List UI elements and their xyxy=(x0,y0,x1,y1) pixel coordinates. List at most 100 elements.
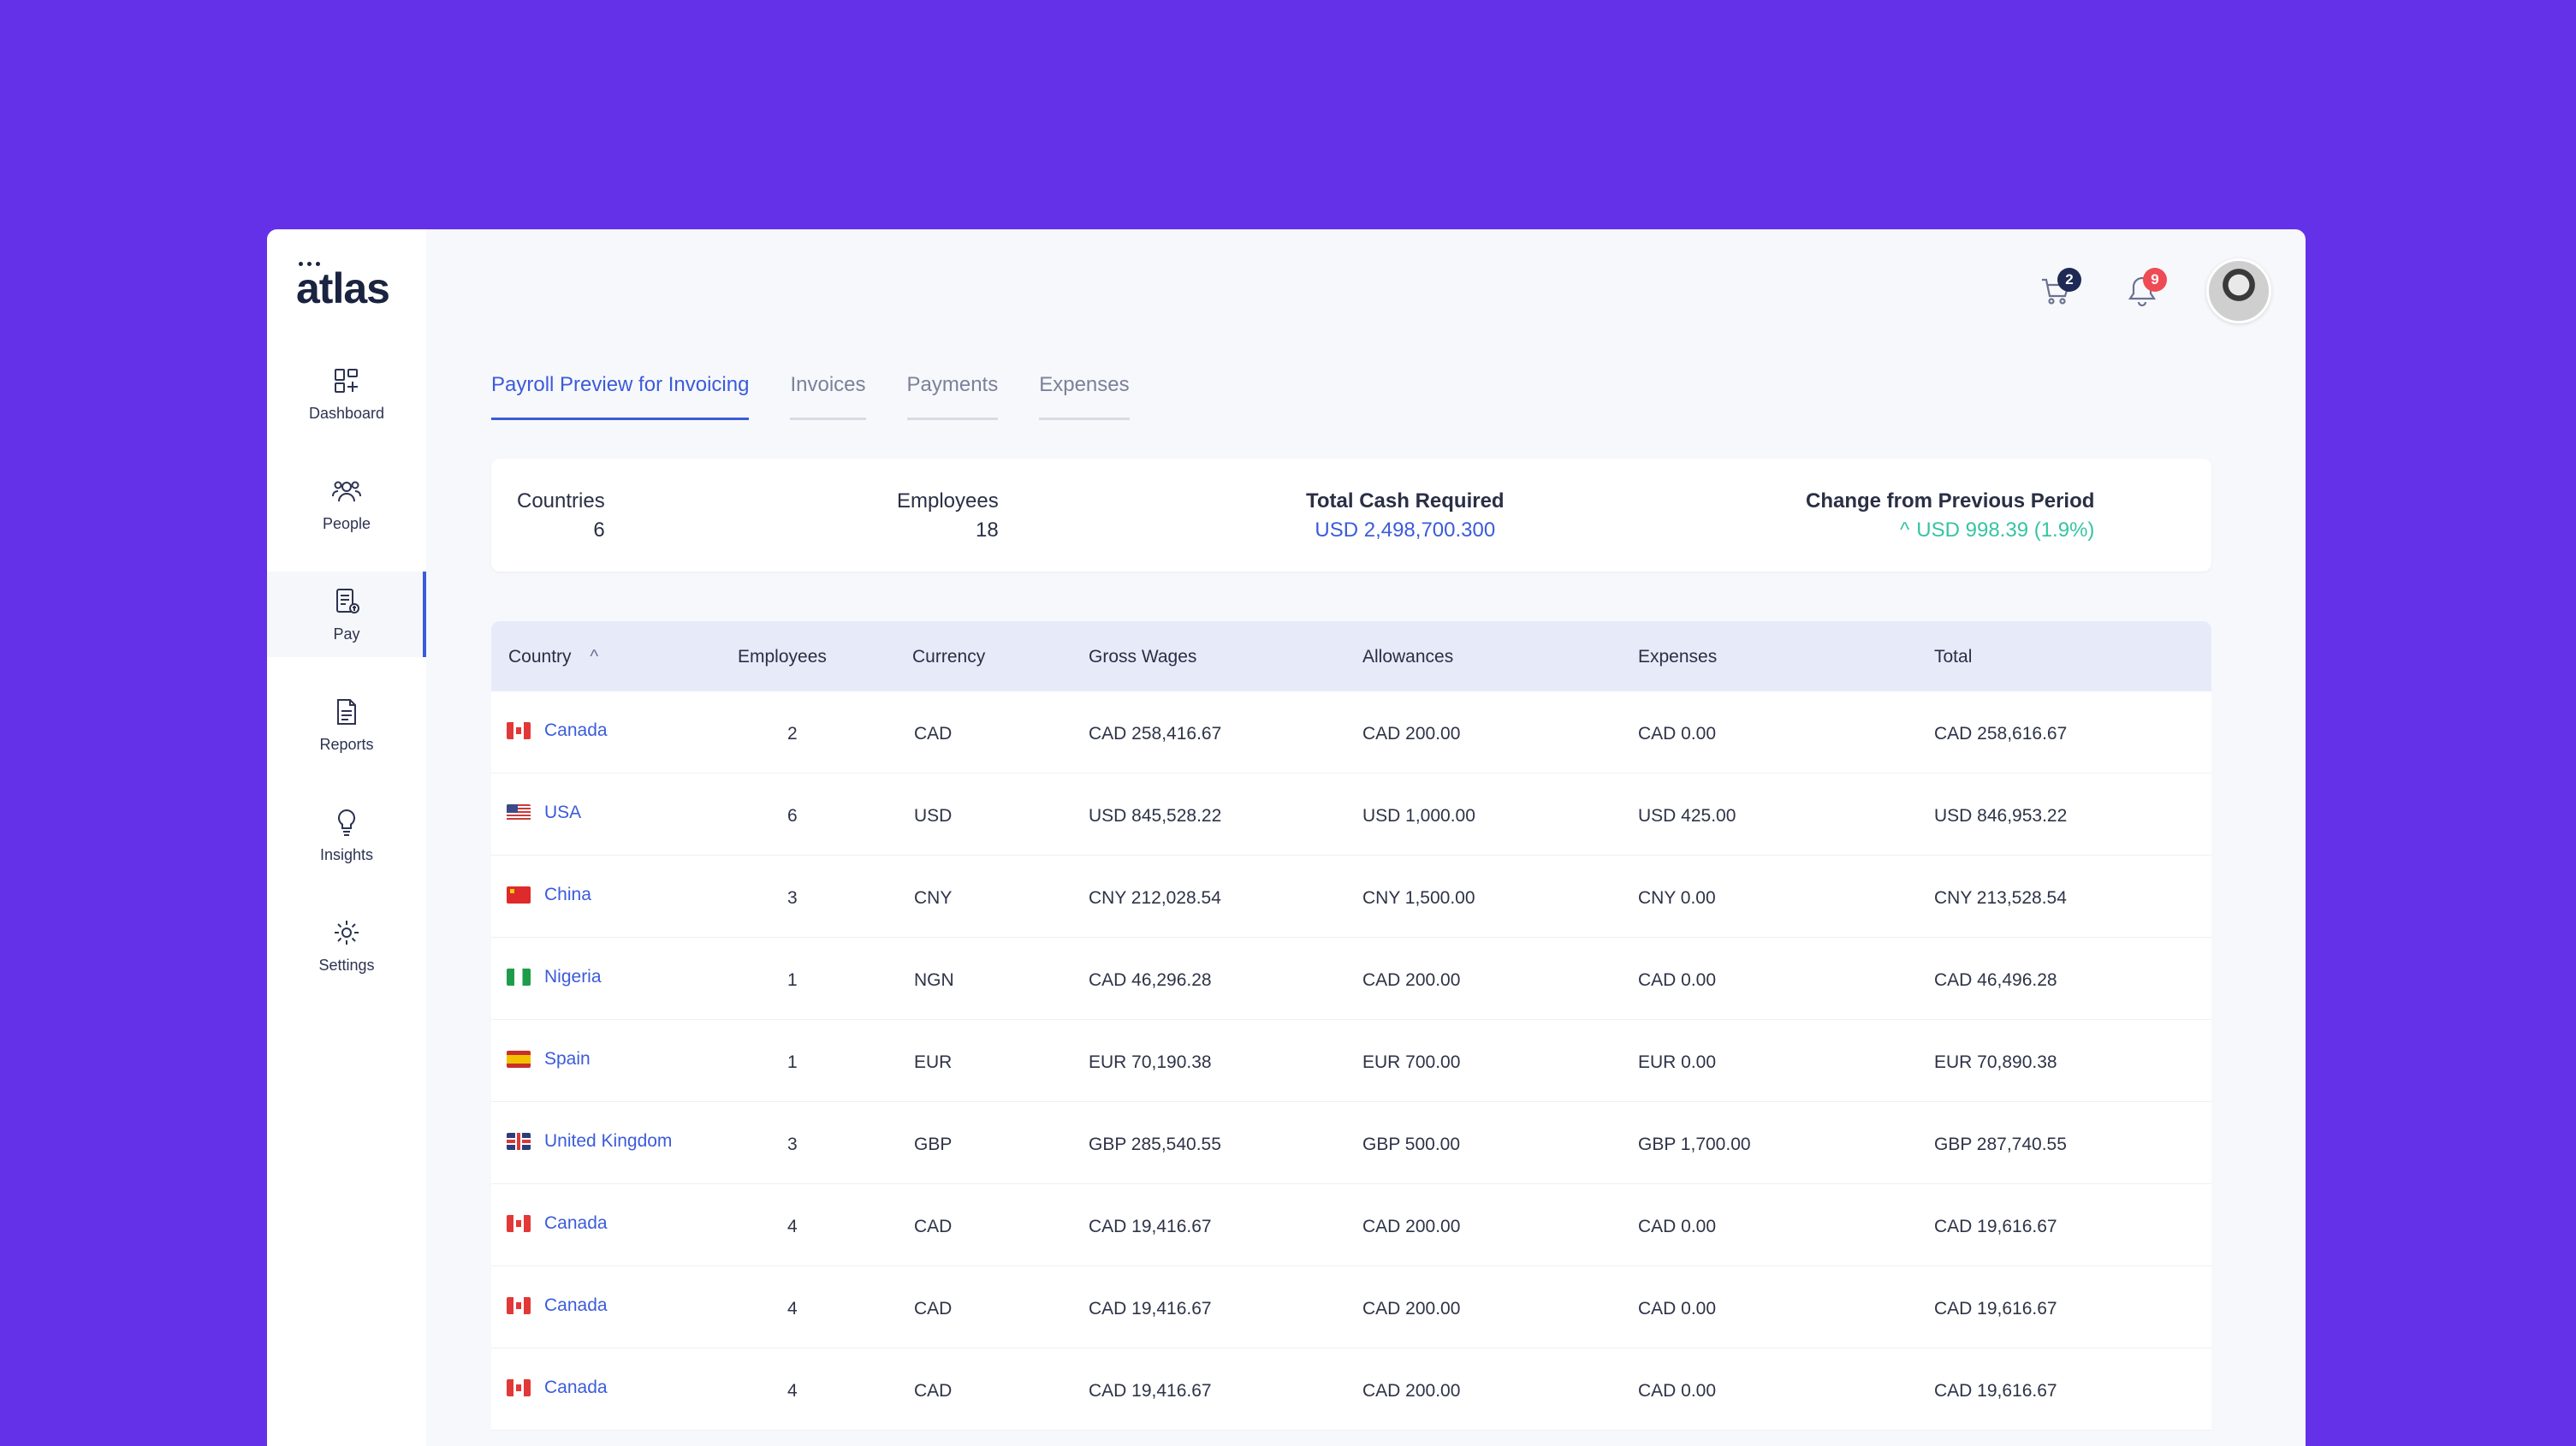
country-link[interactable]: Canada xyxy=(507,1378,608,1398)
flag-icon xyxy=(507,1215,531,1232)
country-name: Canada xyxy=(544,720,608,740)
gross-wages-cell: CAD 19,416.67 xyxy=(1089,1217,1212,1236)
summary-value: ^ USD 998.39 (1.9%) xyxy=(1806,519,2094,542)
logo-dots xyxy=(299,262,320,266)
currency-cell: CNY xyxy=(914,888,953,908)
table-header: Country ^ Employees Currency Gross Wages… xyxy=(491,621,2211,691)
total-cell: USD 846,953.22 xyxy=(1934,806,2068,826)
summary-label: Change from Previous Period xyxy=(1806,489,2095,513)
total-cell: CAD 19,616.67 xyxy=(1934,1299,2057,1319)
reports-icon xyxy=(337,698,356,725)
currency-cell: CAD xyxy=(914,724,953,744)
column-header-currency[interactable]: Currency xyxy=(912,647,985,667)
flag-icon xyxy=(507,1379,531,1396)
summary-employees: Employees 18 xyxy=(897,489,999,542)
table-row[interactable]: Canada 4 CAD CAD 19,416.67 CAD 200.00 CA… xyxy=(491,1184,2211,1266)
gross-wages-cell: CNY 212,028.54 xyxy=(1089,888,1221,908)
sidebar-item-label: People xyxy=(322,514,371,532)
table-row[interactable]: Canada 2 CAD CAD 258,416.67 CAD 200.00 C… xyxy=(491,691,2211,773)
gross-wages-cell: CAD 258,416.67 xyxy=(1089,724,1222,744)
expenses-cell: EUR 0.00 xyxy=(1638,1052,1717,1072)
table-row[interactable]: United Kingdom 3 GBP GBP 285,540.55 GBP … xyxy=(491,1102,2211,1184)
expenses-cell: CAD 0.00 xyxy=(1638,1381,1717,1401)
sidebar-item-label: Pay xyxy=(333,625,360,643)
table-row[interactable]: China 3 CNY CNY 212,028.54 CNY 1,500.00 … xyxy=(491,856,2211,938)
employees-cell: 4 xyxy=(787,1381,798,1401)
tab-payroll-preview[interactable]: Payroll Preview for Invoicing xyxy=(491,373,750,420)
table-row[interactable]: USA 6 USD USD 845,528.22 USD 1,000.00 US… xyxy=(491,773,2211,856)
allowances-cell: GBP 500.00 xyxy=(1362,1135,1461,1154)
cart-badge: 2 xyxy=(2057,268,2081,292)
allowances-cell: CAD 200.00 xyxy=(1362,1217,1461,1236)
sidebar-item-people[interactable]: People xyxy=(267,461,426,547)
tab-invoices[interactable]: Invoices xyxy=(790,373,866,420)
summary-change: Change from Previous Period ^ USD 998.39 … xyxy=(1806,489,2094,542)
gross-wages-cell: EUR 70,190.38 xyxy=(1089,1052,1212,1072)
avatar[interactable] xyxy=(2206,258,2271,323)
sidebar: atlas Dashboard People Pay Reports Insig… xyxy=(267,229,426,1446)
employees-cell: 1 xyxy=(787,970,798,990)
currency-cell: GBP xyxy=(914,1135,953,1154)
sidebar-item-pay[interactable]: Pay xyxy=(267,572,426,657)
column-header-country[interactable]: Country ^ xyxy=(508,647,598,667)
country-name: USA xyxy=(544,803,582,822)
sidebar-item-insights[interactable]: Insights xyxy=(267,792,426,878)
sidebar-item-label: Dashboard xyxy=(308,404,385,422)
total-cell: EUR 70,890.38 xyxy=(1934,1052,2057,1072)
country-name: Canada xyxy=(544,1295,608,1315)
column-header-allowances[interactable]: Allowances xyxy=(1362,647,1453,667)
employees-cell: 3 xyxy=(787,1135,798,1154)
country-link[interactable]: Canada xyxy=(507,1213,608,1234)
column-header-expenses[interactable]: Expenses xyxy=(1638,647,1717,667)
chevron-up-icon: ^ xyxy=(1900,519,1910,542)
notifications-button[interactable]: 9 xyxy=(2121,268,2167,312)
summary-value: 6 xyxy=(593,519,605,542)
sidebar-item-settings[interactable]: Settings xyxy=(267,903,426,988)
expenses-cell: CAD 0.00 xyxy=(1638,1299,1717,1319)
table-row[interactable]: Canada 4 CAD CAD 19,416.67 CAD 200.00 CA… xyxy=(491,1348,2211,1431)
allowances-cell: CNY 1,500.00 xyxy=(1362,888,1475,908)
country-link[interactable]: United Kingdom xyxy=(507,1131,672,1152)
expenses-cell: CAD 0.00 xyxy=(1638,724,1717,744)
change-value: USD 998.39 (1.9%) xyxy=(1916,519,2095,542)
gross-wages-cell: CAD 46,296.28 xyxy=(1089,970,1212,990)
column-header-employees[interactable]: Employees xyxy=(738,647,827,667)
tab-expenses[interactable]: Expenses xyxy=(1039,373,1130,420)
summary-card: Countries 6 Employees 18 Total Cash Requ… xyxy=(491,459,2211,572)
country-link[interactable]: Nigeria xyxy=(507,967,602,987)
sidebar-item-dashboard[interactable]: Dashboard xyxy=(267,351,426,436)
country-name: Nigeria xyxy=(544,967,602,987)
atlas-logo[interactable]: atlas xyxy=(296,262,390,313)
cart-button[interactable]: 2 xyxy=(2035,268,2081,312)
allowances-cell: CAD 200.00 xyxy=(1362,724,1461,744)
total-cell: CNY 213,528.54 xyxy=(1934,888,2067,908)
people-icon xyxy=(332,481,361,501)
table-row[interactable]: Nigeria 1 NGN CAD 46,296.28 CAD 200.00 C… xyxy=(491,938,2211,1020)
summary-label: Employees xyxy=(897,489,999,513)
app-window: atlas Dashboard People Pay Reports Insig… xyxy=(267,229,2306,1446)
table-row[interactable]: Spain 1 EUR EUR 70,190.38 EUR 700.00 EUR… xyxy=(491,1020,2211,1102)
employees-cell: 3 xyxy=(787,888,798,908)
country-link[interactable]: Spain xyxy=(507,1049,591,1070)
tab-payments[interactable]: Payments xyxy=(906,373,999,420)
total-cell: CAD 19,616.67 xyxy=(1934,1381,2057,1401)
country-link[interactable]: China xyxy=(507,885,591,905)
summary-total-cash: Total Cash Required USD 2,498,700.300 xyxy=(1306,489,1505,542)
summary-value: USD 2,498,700.300 xyxy=(1315,519,1496,542)
flag-icon xyxy=(507,1297,531,1314)
sidebar-item-label: Reports xyxy=(319,735,374,753)
column-header-gross-wages[interactable]: Gross Wages xyxy=(1089,647,1196,667)
currency-cell: CAD xyxy=(914,1217,953,1236)
employees-cell: 1 xyxy=(787,1052,798,1072)
country-link[interactable]: Canada xyxy=(507,1295,608,1316)
gross-wages-cell: CAD 19,416.67 xyxy=(1089,1381,1212,1401)
currency-cell: NGN xyxy=(914,970,954,990)
column-header-total[interactable]: Total xyxy=(1934,647,1972,667)
sidebar-item-reports[interactable]: Reports xyxy=(267,682,426,767)
country-link[interactable]: Canada xyxy=(507,720,608,741)
currency-cell: CAD xyxy=(914,1299,953,1319)
total-cell: GBP 287,740.55 xyxy=(1934,1135,2067,1154)
country-link[interactable]: USA xyxy=(507,803,581,823)
table-row[interactable]: Canada 4 CAD CAD 19,416.67 CAD 200.00 CA… xyxy=(491,1266,2211,1348)
allowances-cell: USD 1,000.00 xyxy=(1362,806,1475,826)
